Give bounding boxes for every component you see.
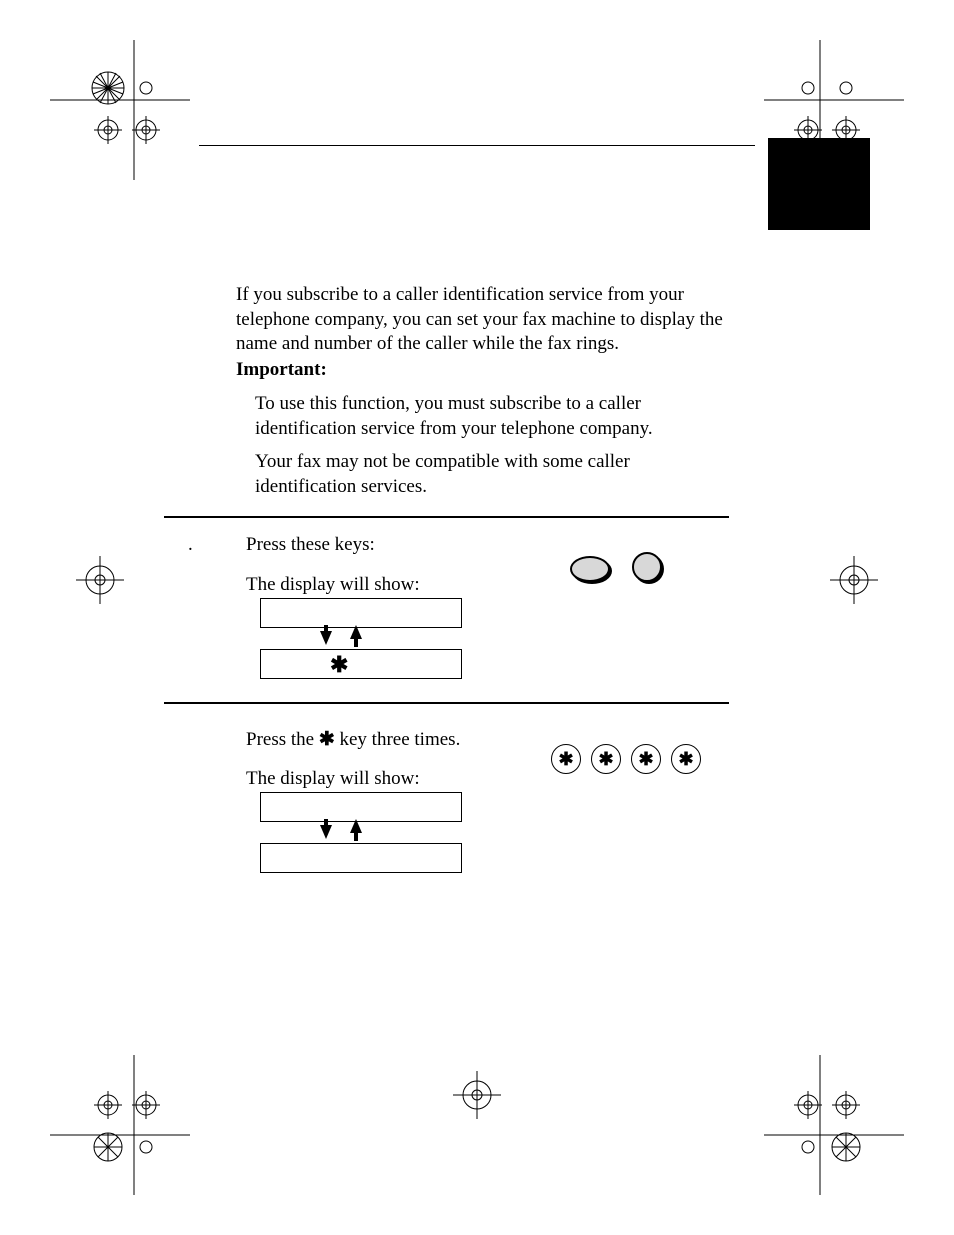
display-box (260, 649, 462, 679)
registration-mark-icon (50, 40, 190, 180)
display-box (260, 792, 462, 822)
arrows-icon (320, 628, 400, 648)
side-tab (768, 138, 870, 230)
registration-mark-icon (50, 1055, 190, 1195)
keypad-star-icon: ✱ (551, 744, 581, 774)
section-rule (164, 702, 729, 704)
keypad-star-icon: ✱ (591, 744, 621, 774)
step-2-line-1: Press the ✱ key three times. (246, 728, 460, 751)
display-box (260, 843, 462, 873)
step-1-line-1: Press these keys: (246, 534, 375, 556)
header-rule (199, 145, 755, 146)
text-fragment: Press the (246, 729, 319, 750)
round-key-icon (632, 552, 662, 582)
step-2-line-2: The display will show: (246, 768, 420, 790)
display-box (260, 598, 462, 628)
step-number: . (188, 534, 193, 556)
keypad-star-icon: ✱ (631, 744, 661, 774)
arrows-icon (320, 822, 400, 842)
star-icon: ✱ (330, 652, 348, 678)
keypad-star-icon: ✱ (671, 744, 701, 774)
step-1-line-2: The display will show: (246, 574, 420, 596)
registration-mark-icon (437, 1055, 517, 1135)
document-page: If you subscribe to a caller identificat… (0, 0, 954, 1235)
important-paragraph-2: Your fax may not be compatible with some… (255, 450, 725, 499)
important-heading: Important: (236, 358, 726, 383)
star-icon: ✱ (319, 729, 335, 750)
registration-mark-icon (814, 540, 894, 620)
registration-mark-icon (764, 1055, 904, 1195)
section-rule (164, 516, 729, 518)
text-fragment: key three times. (335, 729, 461, 750)
function-key-icon (570, 556, 610, 582)
registration-mark-icon (60, 540, 140, 620)
important-paragraph-1: To use this function, you must subscribe… (255, 392, 725, 441)
intro-paragraph: If you subscribe to a caller identificat… (236, 283, 726, 357)
